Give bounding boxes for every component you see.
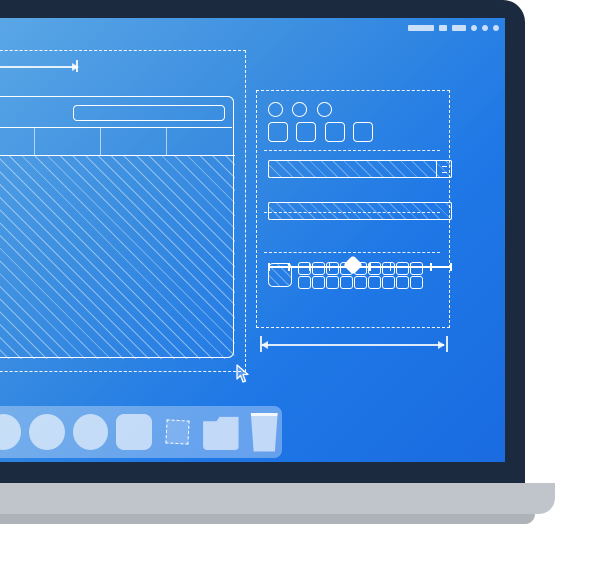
dock-app-icon <box>29 414 64 450</box>
circle-icon <box>292 102 307 117</box>
menu-dot-icon <box>482 25 488 31</box>
divider <box>264 212 440 214</box>
tab <box>101 128 167 156</box>
divider <box>264 150 440 152</box>
dock <box>0 406 282 458</box>
button-icon <box>296 122 316 142</box>
button-icon <box>268 122 288 142</box>
color-well-icon <box>268 263 292 287</box>
dimension-arrow-icon <box>0 66 78 68</box>
dock-trash-icon <box>247 413 282 452</box>
dock-app-icon <box>0 414 21 450</box>
button-icon <box>325 122 345 142</box>
cursor-arrow-icon <box>236 364 250 384</box>
color-controls-wireframe <box>268 262 436 287</box>
laptop-bezel <box>0 0 525 483</box>
dropdown-wireframe <box>268 160 452 178</box>
swatch-grid <box>298 262 421 287</box>
button-row-wireframe <box>268 122 436 147</box>
dock-folder-icon <box>203 414 238 450</box>
illustration <box>0 0 601 578</box>
menu-segment-icon <box>452 25 466 31</box>
circle-icon <box>268 102 283 117</box>
window-content-area <box>0 155 235 359</box>
search-field-wireframe <box>73 105 225 121</box>
dock-app-icon <box>73 414 108 450</box>
laptop-base <box>0 483 555 514</box>
dock-selected-app-icon <box>160 414 195 450</box>
divider <box>264 252 440 254</box>
dimension-tick <box>76 60 78 72</box>
dimension-tick <box>446 336 448 352</box>
tab <box>0 128 35 156</box>
button-icon <box>353 122 373 142</box>
dock-app-icon <box>116 414 151 450</box>
menu-dot-icon <box>493 25 499 31</box>
traffic-lights-wireframe <box>268 102 436 122</box>
tab <box>167 128 232 156</box>
menu-segment-icon <box>439 25 447 31</box>
inspector-panel-wireframe <box>260 96 444 326</box>
menu-bar <box>408 23 499 33</box>
dimension-arrow-icon <box>262 344 444 346</box>
tab <box>35 128 101 156</box>
laptop-screen <box>0 18 505 462</box>
window-wireframe <box>0 96 234 358</box>
menu-segment-icon <box>408 25 434 31</box>
tab-bar-wireframe <box>0 127 232 156</box>
menu-dot-icon <box>471 25 477 31</box>
circle-icon <box>317 102 332 117</box>
dimension-tick <box>260 336 262 352</box>
textfield-wireframe <box>268 202 452 220</box>
